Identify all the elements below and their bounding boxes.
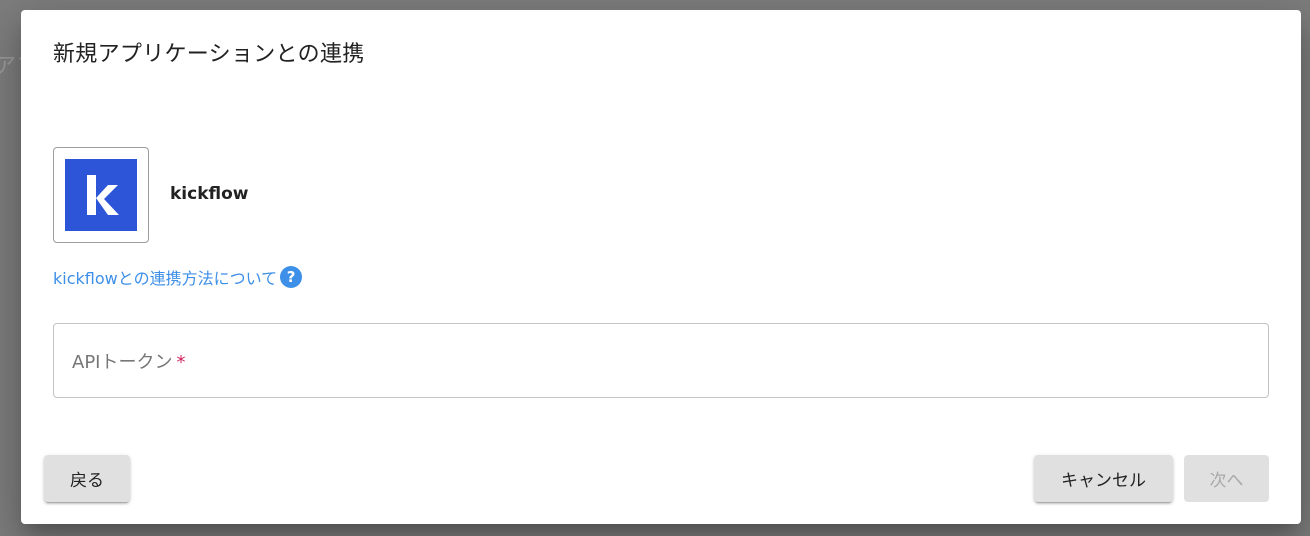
new-app-integration-dialog: 新規アプリケーションとの連携 kickflow kickflowとの連携方法につ… [21,10,1301,524]
dialog-title: 新規アプリケーションとの連携 [53,42,365,67]
back-button[interactable]: 戻る [44,455,130,502]
app-name: kickflow [170,184,249,204]
api-token-field[interactable]: APIトークン * [53,323,1269,398]
next-button[interactable]: 次へ [1184,455,1269,502]
cancel-button[interactable]: キャンセル [1034,455,1173,502]
kickflow-logo [65,159,137,231]
question-circle-icon: ? [280,266,303,288]
app-logo-frame [53,147,149,243]
help-link-label: kickflowとの連携方法について [53,269,278,288]
kickflow-k-logo-icon [87,175,119,215]
integration-help-link[interactable]: kickflowとの連携方法について ? [53,265,303,289]
api-token-input[interactable] [54,324,1268,397]
